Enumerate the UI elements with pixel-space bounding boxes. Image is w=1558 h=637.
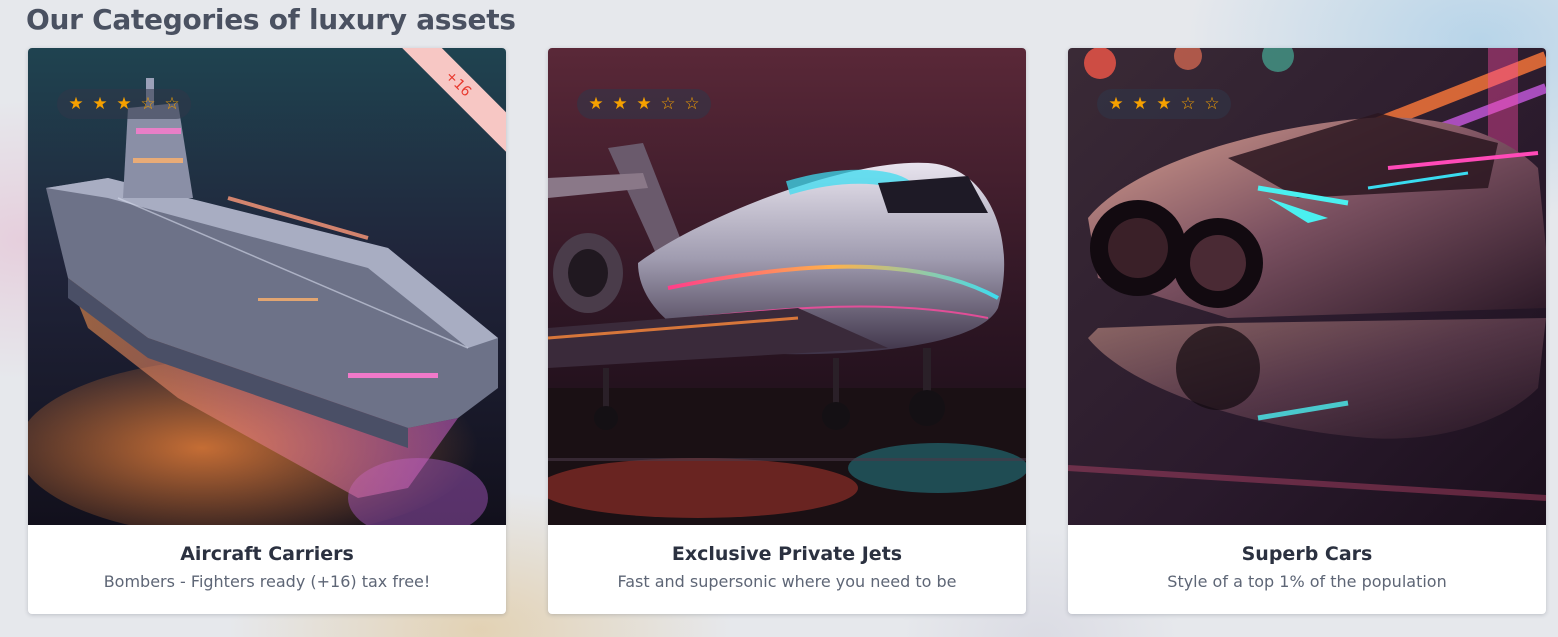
age-badge-text: +16 [441,67,475,101]
star-filled-icon: ★ [636,93,652,114]
card-description: Fast and supersonic where you need to be [617,572,957,591]
card-title: Exclusive Private Jets [671,543,903,565]
star-rating: ★ ★ ★ ☆ ☆ [1097,89,1231,119]
private-jet-image: ★ ★ ★ ☆ ☆ [548,48,1026,525]
star-filled-icon: ★ [1108,93,1124,114]
star-filled-icon: ★ [588,93,604,114]
card-description: Style of a top 1% of the population [1167,572,1447,591]
star-filled-icon: ★ [612,93,628,114]
star-outline-icon: ☆ [140,93,156,114]
card-title: Aircraft Carriers [180,543,354,565]
star-outline-icon: ☆ [1180,93,1196,114]
star-outline-icon: ☆ [660,93,676,114]
category-card-private-jets[interactable]: ★ ★ ★ ☆ ☆ Exclusive Private Jets Fast an… [548,48,1026,614]
star-outline-icon: ☆ [1204,93,1220,114]
star-filled-icon: ★ [116,93,132,114]
section-title: Our Categories of luxury assets [26,3,516,36]
sports-car-image: ★ ★ ★ ☆ ☆ [1068,48,1546,525]
star-filled-icon: ★ [92,93,108,114]
star-filled-icon: ★ [1132,93,1148,114]
card-title: Superb Cars [1241,543,1373,565]
star-rating: ★ ★ ★ ☆ ☆ [577,89,711,119]
category-card-aircraft-carriers[interactable]: ★ ★ ★ ☆ ☆ +16 Aircraft Carriers Bombers … [28,48,506,614]
category-card-superb-cars[interactable]: ★ ★ ★ ☆ ☆ Superb Cars Style of a top 1% … [1068,48,1546,614]
card-description: Bombers - Fighters ready (+16) tax free! [103,572,431,591]
age-badge-ribbon: +16 [356,48,506,198]
star-filled-icon: ★ [68,93,84,114]
star-outline-icon: ☆ [164,93,180,114]
aircraft-carrier-image: ★ ★ ★ ☆ ☆ +16 [28,48,506,525]
star-filled-icon: ★ [1156,93,1172,114]
star-rating: ★ ★ ★ ☆ ☆ [57,89,191,119]
star-outline-icon: ☆ [684,93,700,114]
